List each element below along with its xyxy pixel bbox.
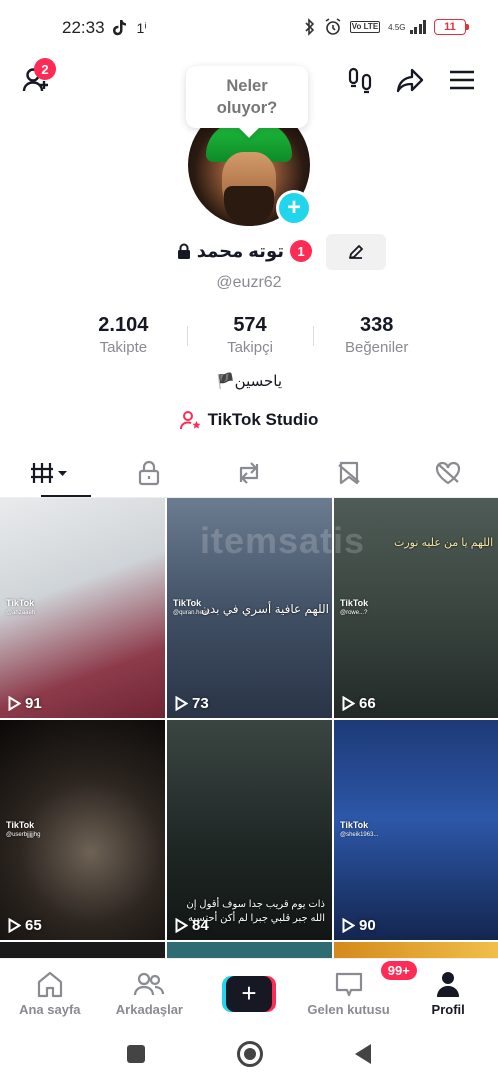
repost-icon — [239, 461, 259, 484]
profile-icon — [437, 972, 460, 997]
edit-profile-button[interactable] — [326, 234, 386, 270]
tiktok-studio-link[interactable]: TikTok Studio — [0, 410, 498, 430]
stat-followers[interactable]: 574 Takipçi — [186, 314, 314, 364]
studio-label: TikTok Studio — [207, 410, 319, 429]
tab-favorites[interactable] — [299, 448, 399, 497]
battery-icon: 11 — [434, 19, 469, 35]
view-count: 73 — [175, 695, 209, 712]
volte-badge: Vo LTE — [349, 21, 381, 33]
nav-home-label: Ana sayfa — [19, 1002, 81, 1017]
view-count: 84 — [175, 917, 209, 934]
play-icon — [342, 696, 355, 711]
nav-inbox[interactable]: 99+ Gelen kutusu — [299, 959, 417, 1028]
name-badge: 1 — [290, 240, 312, 262]
view-count: 90 — [342, 917, 376, 934]
username: @euzr62 — [216, 274, 282, 291]
tiktok-watermark: TikTok @ahzaaeh — [6, 598, 36, 616]
name-row: توته محمد 1 — [0, 234, 498, 272]
nav-create[interactable]: + — [199, 959, 299, 1028]
bookmark-hidden-icon — [337, 461, 360, 484]
play-icon — [175, 918, 188, 933]
recents-button[interactable] — [127, 1045, 145, 1063]
tab-private[interactable] — [100, 448, 200, 497]
signal-icon — [409, 20, 426, 34]
stat-value: 338 — [359, 314, 394, 336]
avatar-beard — [224, 186, 274, 226]
hamburger-menu-icon — [450, 70, 474, 90]
status-time: 22:33 — [62, 18, 105, 37]
bluetooth-icon — [305, 18, 314, 36]
plus-icon: + — [225, 975, 272, 1012]
play-icon — [175, 696, 188, 711]
alarm-icon — [325, 18, 341, 35]
tiktok-watermark: TikTok @userbjjjjjhg — [6, 820, 41, 838]
video-grid: TikTok @ahzaaeh 91 TikTok @quran.heart الل… — [0, 498, 498, 960]
back-button[interactable] — [355, 1044, 371, 1064]
stat-value: 2.104 — [98, 314, 149, 336]
user-star-icon — [179, 411, 201, 430]
share-icon — [396, 68, 424, 93]
nav-home[interactable]: Ana sayfa — [0, 959, 100, 1028]
home-icon — [37, 971, 62, 998]
tiktok-watermark: TikTok @rowe...? — [340, 598, 369, 616]
home-system-button[interactable] — [237, 1041, 263, 1067]
pencil-icon — [349, 245, 363, 259]
bio: 🏴یاحسین — [215, 373, 283, 390]
play-icon — [342, 918, 355, 933]
display-name: توته محمد — [196, 240, 284, 261]
heart-hidden-icon — [436, 461, 461, 484]
video-thumbnail[interactable]: TikTok @sheik1963... 90 — [334, 720, 498, 940]
lock-icon — [177, 243, 190, 259]
network-type: 4.5G — [388, 22, 406, 32]
video-thumbnail[interactable]: TikTok @userbjjjjjhg 65 — [0, 720, 165, 940]
video-overlay-text: اللهم عافية أسري في بدن — [201, 602, 330, 616]
tab-reposts[interactable] — [199, 448, 299, 497]
whats-happening-bubble[interactable]: Neler oluyor? — [186, 66, 308, 128]
view-count: 66 — [342, 695, 376, 712]
nav-friends[interactable]: Arkadaşlar — [100, 959, 200, 1028]
profile-stats: 2.104 Takipte 574 Takipçi 338 Beğeniler — [60, 314, 440, 364]
video-thumbnail[interactable]: ذات يوم قريب جدا سوف أقول إن الله جبر قل… — [167, 720, 332, 940]
nav-friends-label: Arkadaşlar — [115, 1002, 183, 1017]
stat-label: Takipte — [99, 339, 148, 356]
create-button[interactable]: + — [221, 975, 276, 1012]
menu-button[interactable] — [442, 60, 482, 100]
video-thumbnail[interactable]: TikTok @ahzaaeh 91 — [0, 498, 165, 718]
lock-icon — [139, 460, 160, 485]
grid-videos-icon — [30, 462, 67, 483]
footprints-icon — [348, 67, 372, 94]
tiktok-watermark: TikTok @sheik1963... — [340, 820, 379, 838]
status-bar: 22:33 1ⁱ Vo LTE 4.5G 11 — [0, 0, 498, 56]
share-profile-button[interactable] — [390, 60, 430, 100]
stat-following[interactable]: 2.104 Takipte — [60, 314, 187, 364]
nav-profile-label: Profil — [431, 1002, 465, 1017]
status-extra: 1ⁱ — [136, 19, 147, 36]
inbox-icon — [335, 972, 362, 997]
bottom-nav: Ana sayfa Arkadaşlar + 99+ Gelen kutusu … — [0, 958, 498, 1028]
view-count: 91 — [8, 695, 42, 712]
footprints-button[interactable] — [340, 60, 380, 100]
battery-level: 11 — [444, 21, 456, 33]
bubble-line-1: Neler — [226, 77, 268, 95]
tab-videos[interactable] — [0, 448, 100, 497]
bubble-line-2: oluyor? — [216, 99, 278, 117]
profile-tabs — [0, 448, 498, 498]
stat-label: Beğeniler — [344, 339, 409, 356]
nav-profile[interactable]: Profil — [398, 959, 498, 1028]
nav-inbox-label: Gelen kutusu — [307, 1002, 390, 1017]
friends-icon — [134, 972, 165, 996]
add-friends-badge: 2 — [34, 58, 56, 80]
system-nav-bar — [0, 1028, 498, 1080]
view-count: 65 — [8, 917, 42, 934]
video-overlay-text: اللهم يا من عليه نورت — [394, 537, 494, 549]
stat-label: Takipçi — [227, 339, 273, 356]
watermark: itemsatis — [200, 520, 366, 561]
stat-value: 574 — [233, 314, 267, 336]
play-icon — [8, 918, 21, 933]
tiktok-notification-icon — [112, 20, 126, 36]
stat-likes[interactable]: 338 Beğeniler — [313, 314, 440, 364]
add-story-button[interactable]: + — [276, 190, 312, 226]
play-icon — [8, 696, 21, 711]
tab-liked[interactable] — [398, 448, 498, 497]
